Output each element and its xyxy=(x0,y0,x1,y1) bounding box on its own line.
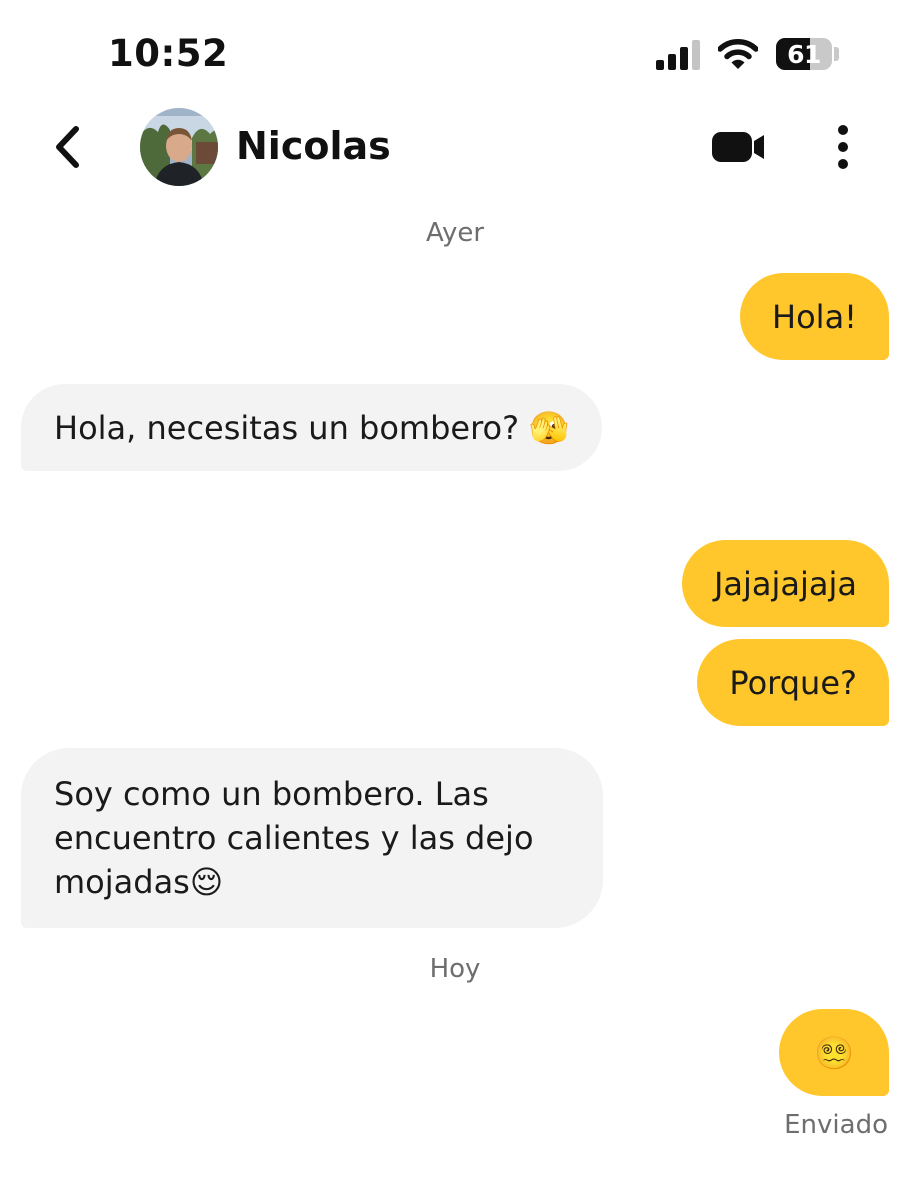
date-separator: Ayer xyxy=(425,218,485,248)
more-options-button[interactable] xyxy=(834,124,852,174)
outgoing-message[interactable]: 😵‍💫 xyxy=(779,1009,889,1096)
outgoing-message[interactable]: Porque? xyxy=(697,639,889,726)
battery-cap xyxy=(834,47,839,61)
contact-avatar[interactable] xyxy=(140,108,218,186)
video-camera-icon xyxy=(712,132,764,162)
message-sent-status: Enviado xyxy=(784,1110,888,1140)
outgoing-message[interactable]: Hola! xyxy=(740,273,889,360)
video-call-button[interactable] xyxy=(712,130,766,168)
status-time: 10:52 xyxy=(108,32,229,75)
incoming-message[interactable]: Hola, necesitas un bombero? 🫣 xyxy=(21,384,603,471)
outgoing-message[interactable]: Jajajajaja xyxy=(681,540,889,627)
back-button[interactable] xyxy=(50,124,86,174)
date-separator: Hoy xyxy=(429,954,481,984)
contact-name[interactable]: Nicolas xyxy=(236,124,391,168)
chevron-left-icon xyxy=(56,126,79,168)
incoming-message[interactable]: Soy como un bombero. Las encuentro calie… xyxy=(21,748,603,928)
battery-icon: 61 xyxy=(776,38,832,70)
cellular-signal-icon xyxy=(656,40,702,70)
battery-percentage: 61 xyxy=(787,40,821,69)
more-vertical-icon xyxy=(838,125,848,169)
wifi-icon xyxy=(717,38,759,74)
